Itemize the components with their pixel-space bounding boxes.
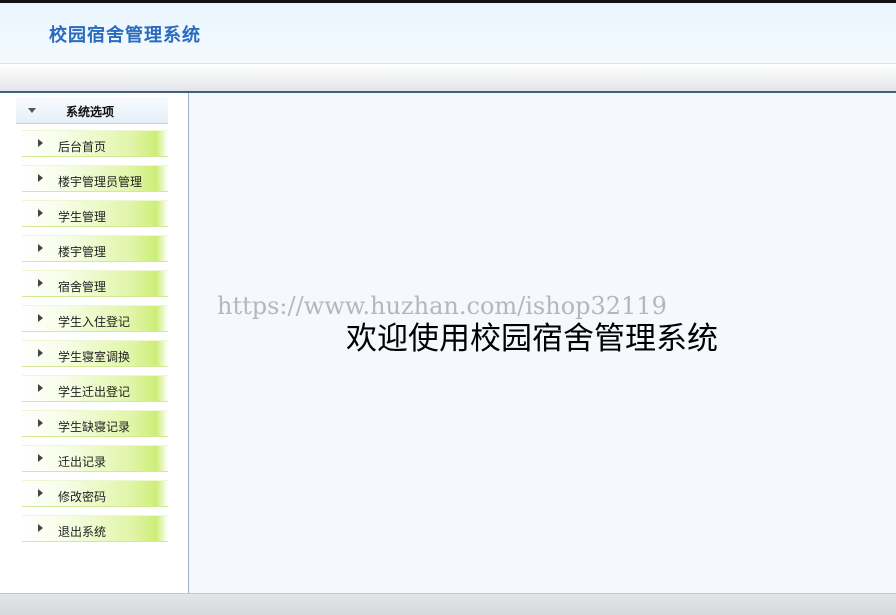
sidebar-item-label: 学生管理: [58, 210, 107, 224]
toolbar-strip: [0, 64, 896, 93]
caret-down-icon: [28, 108, 36, 113]
app-header: 校园宿舍管理系统: [0, 3, 896, 64]
caret-right-icon: [38, 524, 43, 532]
sidebar-menu: 后台首页 楼宇管理员管理 学生管理 楼宇管理 宿舍管理 学生入住登记 学生寝室调…: [22, 130, 168, 550]
sidebar-item-dorms[interactable]: 宿舍管理: [22, 270, 168, 297]
caret-right-icon: [38, 279, 43, 287]
caret-right-icon: [38, 349, 43, 357]
sidebar-item-label: 楼宇管理: [58, 245, 107, 259]
sidebar-item-checkout[interactable]: 学生迁出登记: [22, 375, 168, 402]
caret-right-icon: [38, 489, 43, 497]
sidebar-item-checkin[interactable]: 学生入住登记: [22, 305, 168, 332]
sidebar-item-home[interactable]: 后台首页: [22, 130, 168, 157]
sidebar-item-logout[interactable]: 退出系统: [22, 515, 168, 542]
sidebar-item-label: 修改密码: [58, 490, 107, 504]
caret-right-icon: [38, 454, 43, 462]
caret-right-icon: [38, 244, 43, 252]
caret-right-icon: [38, 314, 43, 322]
sidebar-item-label: 退出系统: [58, 525, 107, 539]
sidebar-item-checkout-records[interactable]: 迁出记录: [22, 445, 168, 472]
caret-right-icon: [38, 174, 43, 182]
watermark-text: https://www.huzhan.com/ishop32119: [217, 292, 667, 320]
footer-bar: [0, 593, 896, 615]
caret-right-icon: [38, 419, 43, 427]
sidebar-item-buildings[interactable]: 楼宇管理: [22, 235, 168, 262]
sidebar-item-students[interactable]: 学生管理: [22, 200, 168, 227]
sidebar-item-building-admins[interactable]: 楼宇管理员管理: [22, 165, 168, 192]
sidebar-item-change-password[interactable]: 修改密码: [22, 480, 168, 507]
main-content: 欢迎使用校园宿舍管理系统 https://www.huzhan.com/isho…: [189, 93, 896, 593]
sidebar-item-label: 迁出记录: [58, 455, 107, 469]
sidebar-heading: 系统选项: [66, 105, 115, 119]
sidebar-item-absence[interactable]: 学生缺寝记录: [22, 410, 168, 437]
caret-right-icon: [38, 384, 43, 392]
sidebar-item-label: 学生入住登记: [58, 315, 131, 329]
caret-right-icon: [38, 209, 43, 217]
caret-right-icon: [38, 139, 43, 147]
sidebar-item-label: 学生寝室调换: [58, 350, 131, 364]
sidebar: 系统选项 后台首页 楼宇管理员管理 学生管理 楼宇管理 宿舍管理 学生入住登记: [0, 93, 189, 593]
sidebar-item-room-swap[interactable]: 学生寝室调换: [22, 340, 168, 367]
sidebar-item-label: 宿舍管理: [58, 280, 107, 294]
sidebar-header[interactable]: 系统选项: [16, 97, 168, 124]
sidebar-item-label: 楼宇管理员管理: [58, 175, 143, 189]
sidebar-item-label: 学生迁出登记: [58, 385, 131, 399]
app-title: 校园宿舍管理系统: [49, 25, 201, 46]
sidebar-item-label: 后台首页: [58, 140, 107, 154]
sidebar-item-label: 学生缺寝记录: [58, 420, 131, 434]
